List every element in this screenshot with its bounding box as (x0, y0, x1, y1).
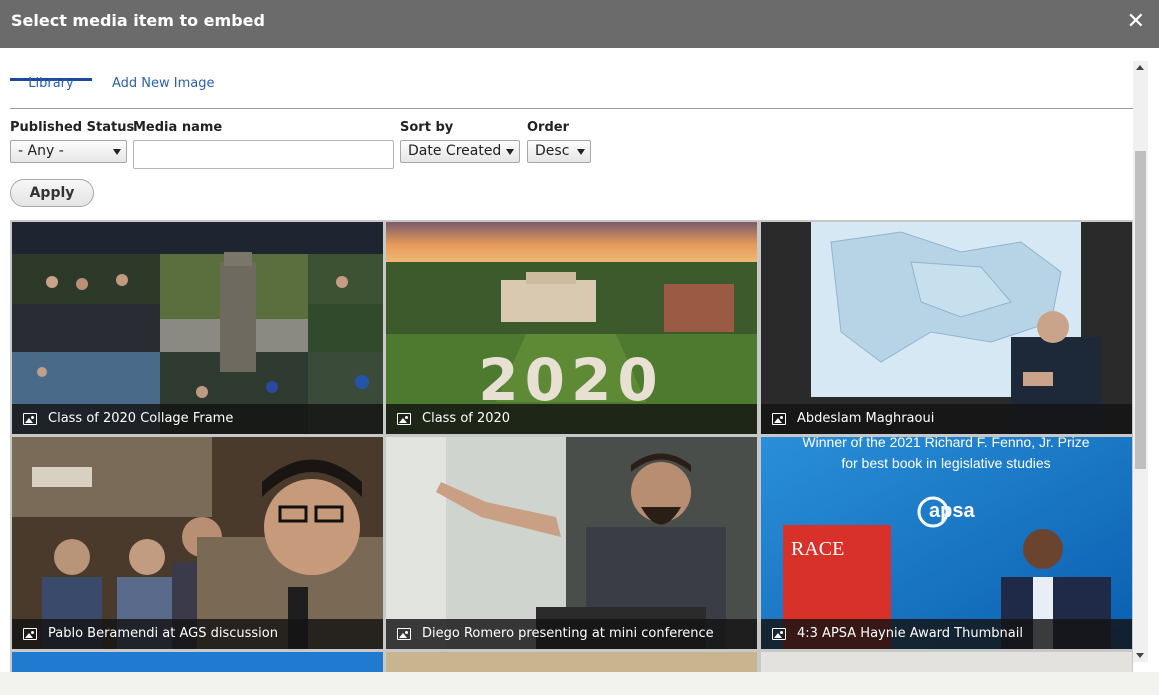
media-caption: Pablo Beramendi at AGS discussion (12, 619, 383, 649)
apply-button[interactable]: Apply (10, 179, 94, 207)
scroll-up-icon[interactable] (1136, 65, 1144, 70)
tab-library[interactable]: Library (10, 48, 92, 91)
chevron-down-icon (113, 149, 121, 155)
media-grid: Class of 2020 Collage Frame 2020 Class o… (10, 220, 1133, 672)
award-text-line2: for best book in legislative studies (841, 455, 1050, 471)
media-item[interactable] (761, 652, 1132, 672)
scroll-down-icon[interactable] (1136, 653, 1144, 658)
media-name: Abdeslam Maghraoui (797, 411, 935, 426)
media-item[interactable]: Abdeslam Maghraoui (761, 222, 1132, 434)
tab-bar: Library Add New Image (10, 48, 1133, 109)
image-icon (397, 628, 411, 640)
media-thumbnail (12, 222, 383, 434)
chevron-down-icon (506, 149, 514, 155)
chevron-down-icon (577, 149, 585, 155)
scrollbar[interactable] (1133, 61, 1148, 662)
media-name-input[interactable] (133, 140, 394, 169)
media-item[interactable] (386, 652, 757, 672)
image-icon (23, 628, 37, 640)
media-item[interactable]: Class of 2020 Collage Frame (12, 222, 383, 434)
order-value: Desc (535, 143, 570, 159)
media-thumbnail (12, 437, 383, 649)
book-title-text: RACE (791, 538, 844, 560)
image-icon (772, 628, 786, 640)
sort-by-select[interactable]: Date Created (400, 140, 520, 163)
published-status-value: - Any - (18, 143, 64, 159)
image-icon (397, 413, 411, 425)
media-name: Pablo Beramendi at AGS discussion (48, 626, 278, 641)
sort-by-label: Sort by (400, 120, 454, 135)
published-status-label: Published Status (10, 120, 135, 135)
media-name: 4:3 APSA Haynie Award Thumbnail (797, 626, 1023, 641)
dialog-footer (0, 672, 1159, 695)
media-thumbnail: Winner of the 2021 Richard F. Fenno, Jr.… (761, 437, 1132, 649)
media-thumbnail (386, 437, 757, 649)
media-caption: Abdeslam Maghraoui (761, 404, 1132, 434)
media-item[interactable]: 2020 Class of 2020 (386, 222, 757, 434)
media-name: Class of 2020 (422, 411, 511, 426)
image-icon (772, 413, 786, 425)
award-text-line1: Winner of the 2021 Richard F. Fenno, Jr.… (802, 437, 1089, 450)
published-status-select[interactable]: - Any - (10, 140, 127, 163)
media-item[interactable]: Pablo Beramendi at AGS discussion (12, 437, 383, 649)
media-item[interactable] (12, 652, 383, 672)
media-item[interactable]: Diego Romero presenting at mini conferen… (386, 437, 757, 649)
dialog-titlebar: Select media item to embed ✕ (0, 0, 1159, 48)
dialog-body: Library Add New Image Published Status -… (0, 48, 1159, 672)
media-thumbnail: 2020 (386, 222, 757, 434)
media-thumbnail (761, 222, 1132, 434)
dialog-title: Select media item to embed (11, 11, 265, 30)
image-icon (23, 413, 37, 425)
sort-by-value: Date Created (408, 143, 502, 159)
media-name-label: Media name (133, 120, 223, 135)
tab-add-new-image[interactable]: Add New Image (112, 76, 215, 91)
scrollbar-thumb[interactable] (1135, 151, 1146, 469)
media-item[interactable]: Winner of the 2021 Richard F. Fenno, Jr.… (761, 437, 1132, 649)
media-caption: Diego Romero presenting at mini conferen… (386, 619, 757, 649)
media-caption: Class of 2020 (386, 404, 757, 434)
media-caption: Class of 2020 Collage Frame (12, 404, 383, 434)
media-name: Class of 2020 Collage Frame (48, 411, 234, 426)
order-label: Order (527, 120, 569, 135)
close-icon[interactable]: ✕ (1127, 10, 1145, 34)
media-caption: 4:3 APSA Haynie Award Thumbnail (761, 619, 1132, 649)
apsa-logo-text: apsa (929, 500, 975, 522)
media-name: Diego Romero presenting at mini conferen… (422, 626, 714, 641)
order-select[interactable]: Desc (527, 140, 591, 163)
